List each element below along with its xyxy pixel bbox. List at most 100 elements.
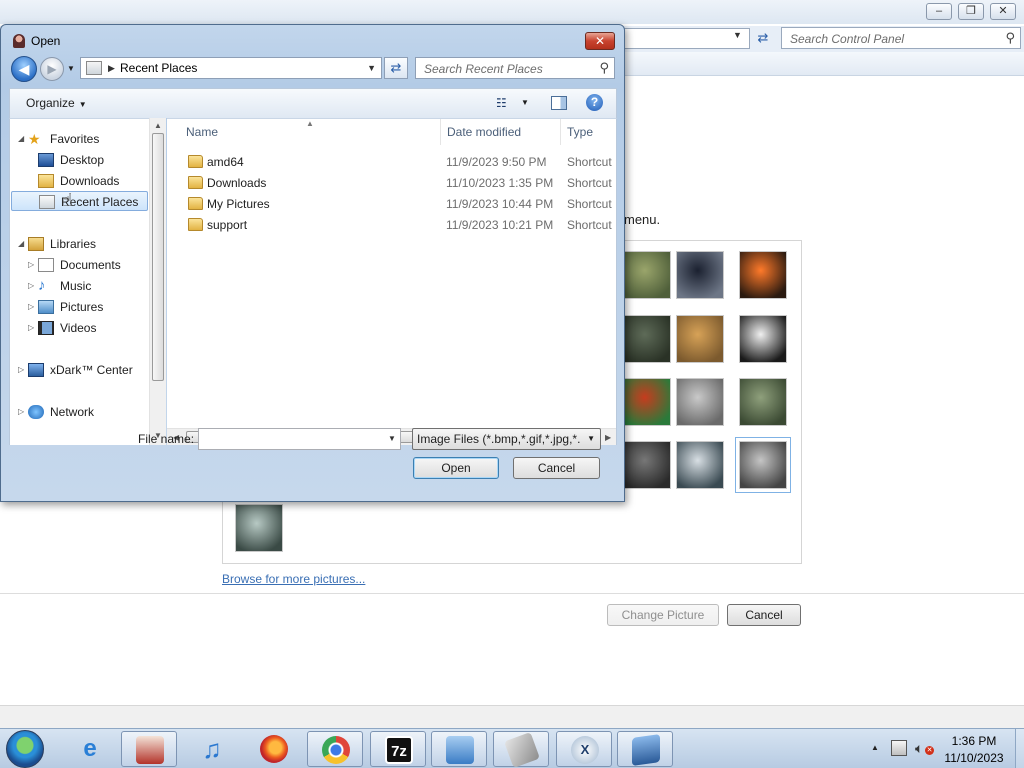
organize-menu-button[interactable]: Organize ▼ [26, 96, 87, 110]
control-panel-address-field[interactable] [620, 28, 750, 49]
nav-computer[interactable]: ▷ xDark™ Center [18, 360, 133, 380]
recent-locations-dropdown-icon[interactable]: ▼ [67, 64, 75, 73]
scrollbar-thumb[interactable] [152, 133, 164, 381]
expand-icon[interactable]: ▷ [18, 402, 24, 422]
breadcrumb-location[interactable]: Recent Places [120, 61, 197, 75]
minimize-button[interactable]: – [926, 3, 952, 20]
nav-label: Pictures [60, 300, 104, 314]
search-icon[interactable]: ⚲ [599, 60, 609, 76]
nav-videos[interactable]: ▷ Videos [28, 318, 96, 338]
expand-collapse-icon[interactable]: ◢ [18, 129, 24, 149]
picture-thumbnail-dark-landscape[interactable] [623, 315, 671, 363]
navigation-pane: ◢ ★ Favorites Desktop Downloads Recent P… [9, 118, 166, 445]
taskbar-app-8[interactable] [493, 731, 549, 768]
expand-icon[interactable]: ▷ [28, 276, 34, 296]
show-desktop-button[interactable] [1015, 729, 1024, 768]
column-divider[interactable] [440, 119, 441, 145]
preview-pane-icon[interactable] [551, 96, 567, 110]
picture-thumbnail-light-road[interactable] [739, 251, 787, 299]
taskbar-7zip[interactable]: 7z [370, 731, 426, 767]
help-icon[interactable]: ? [586, 94, 603, 111]
picture-thumbnail-green-field[interactable] [623, 251, 671, 299]
picture-thumbnail-ruins-scene[interactable] [739, 378, 787, 426]
start-button[interactable] [6, 730, 44, 768]
column-divider[interactable] [560, 119, 561, 145]
picture-thumbnail-melting-clock[interactable] [676, 315, 724, 363]
chevron-down-icon[interactable]: ▼ [733, 30, 742, 40]
forward-arrow-icon[interactable]: ▶ [40, 57, 64, 81]
address-dropdown-icon[interactable]: ▼ [367, 63, 376, 73]
breadcrumb-chevron-icon[interactable]: ▶ [108, 63, 115, 74]
nav-network[interactable]: ▷ Network [18, 402, 94, 422]
file-type-select[interactable]: Image Files (*.bmp,*.gif,*.jpg,*. ▼ [412, 428, 601, 450]
view-options-dropdown-icon[interactable]: ▼ [521, 98, 529, 107]
refresh-icon[interactable]: ⇄ [384, 57, 408, 79]
expand-icon[interactable]: ▷ [28, 318, 34, 338]
nav-downloads[interactable]: Downloads [38, 171, 120, 191]
control-panel-titlebar: – ❐ ✕ [0, 0, 1024, 24]
taskbar-chrome[interactable] [307, 731, 363, 767]
clock-time[interactable]: 1:36 PM [939, 734, 1009, 748]
picture-thumbnail-swirl-planet[interactable] [623, 378, 671, 426]
speaker-icon[interactable]: 🔈︎ [915, 740, 923, 757]
search-icon[interactable]: ⚲ [1005, 30, 1015, 46]
picture-thumbnail-glass-cube[interactable] [235, 504, 283, 552]
taskbar-app-9[interactable]: X [556, 731, 612, 767]
column-header-type[interactable]: Type [567, 125, 593, 139]
file-type-value: Image Files (*.bmp,*.gif,*.jpg,*. [417, 432, 581, 446]
dialog-search-input[interactable]: Search Recent Places ⚲ [415, 57, 615, 79]
dialog-cancel-button[interactable]: Cancel [513, 457, 600, 479]
taskbar-app-10[interactable] [617, 731, 673, 767]
change-picture-button[interactable]: Change Picture [607, 604, 719, 626]
nav-pictures[interactable]: ▷ Pictures [28, 297, 104, 317]
expand-collapse-icon[interactable]: ◢ [18, 234, 24, 254]
browse-pictures-link[interactable]: Browse for more pictures... [222, 572, 365, 586]
show-hidden-icons[interactable]: ▲ [871, 743, 879, 752]
change-view-icon[interactable]: ☷ [496, 96, 507, 110]
dialog-address-bar[interactable]: ▶ Recent Places ▼ [80, 57, 382, 79]
picture-thumbnail-chair-room[interactable] [623, 441, 671, 489]
restore-button[interactable]: ❐ [958, 3, 984, 20]
picture-thumbnail-space-planet[interactable] [676, 251, 724, 299]
picture-thumbnail-man-portrait[interactable] [735, 437, 791, 493]
nav-libraries[interactable]: ◢ Libraries [18, 234, 96, 254]
file-name-input[interactable] [198, 428, 401, 450]
nav-recent-places[interactable]: Recent Places [11, 191, 148, 211]
back-arrow-icon[interactable]: ◀ [11, 56, 37, 82]
close-window-button[interactable]: ✕ [990, 3, 1016, 20]
clock-date[interactable]: 11/10/2023 [939, 751, 1009, 765]
expand-icon[interactable]: ▷ [18, 360, 24, 380]
scroll-up-icon[interactable]: ▲ [154, 121, 162, 130]
navigation-scrollbar[interactable]: ▲ ▼ [149, 118, 166, 445]
file-name: Downloads [207, 176, 267, 190]
chevron-down-icon[interactable]: ▼ [388, 434, 396, 443]
scroll-right-icon[interactable]: ▶ [605, 433, 611, 442]
open-button[interactable]: Open [413, 457, 499, 479]
expand-icon[interactable]: ▷ [28, 255, 34, 275]
expand-icon[interactable]: ▷ [28, 297, 34, 317]
nav-label: Downloads [60, 174, 120, 188]
nav-favorites[interactable]: ◢ ★ Favorites [18, 129, 99, 149]
file-row[interactable]: Downloads 11/10/2023 1:35 PM Shortcut [167, 173, 616, 194]
column-header-name[interactable]: Name [186, 125, 218, 139]
picture-thumbnail-creature-sketch[interactable] [739, 315, 787, 363]
nav-documents[interactable]: ▷ Documents [28, 255, 121, 275]
file-row[interactable]: amd64 11/9/2023 9:50 PM Shortcut [167, 152, 616, 173]
taskbar-internet-explorer[interactable]: e [62, 731, 118, 767]
picture-thumbnail-eye-closeup[interactable] [676, 378, 724, 426]
column-header-date[interactable]: Date modified [447, 125, 521, 139]
network-status-icon[interactable] [891, 740, 907, 756]
taskbar-control-panel[interactable] [431, 731, 487, 767]
file-row[interactable]: support 11/9/2023 10:21 PM Shortcut [167, 215, 616, 236]
taskbar-media-app[interactable] [121, 731, 177, 767]
background-cancel-button[interactable]: Cancel [727, 604, 801, 626]
picture-thumbnail-surreal-figure[interactable] [676, 441, 724, 489]
file-row[interactable]: My Pictures 11/9/2023 10:44 PM Shortcut [167, 194, 616, 215]
taskbar-firefox[interactable] [246, 731, 302, 767]
nav-desktop[interactable]: Desktop [38, 150, 104, 170]
control-panel-search-input[interactable]: Search Control Panel ⚲ [781, 27, 1021, 49]
dialog-close-button[interactable]: ✕ [585, 32, 615, 50]
taskbar-itunes[interactable]: ♫ [184, 731, 240, 767]
refresh-icon[interactable]: ⇄ [752, 28, 774, 49]
nav-music[interactable]: ▷ ♪ Music [28, 276, 91, 296]
